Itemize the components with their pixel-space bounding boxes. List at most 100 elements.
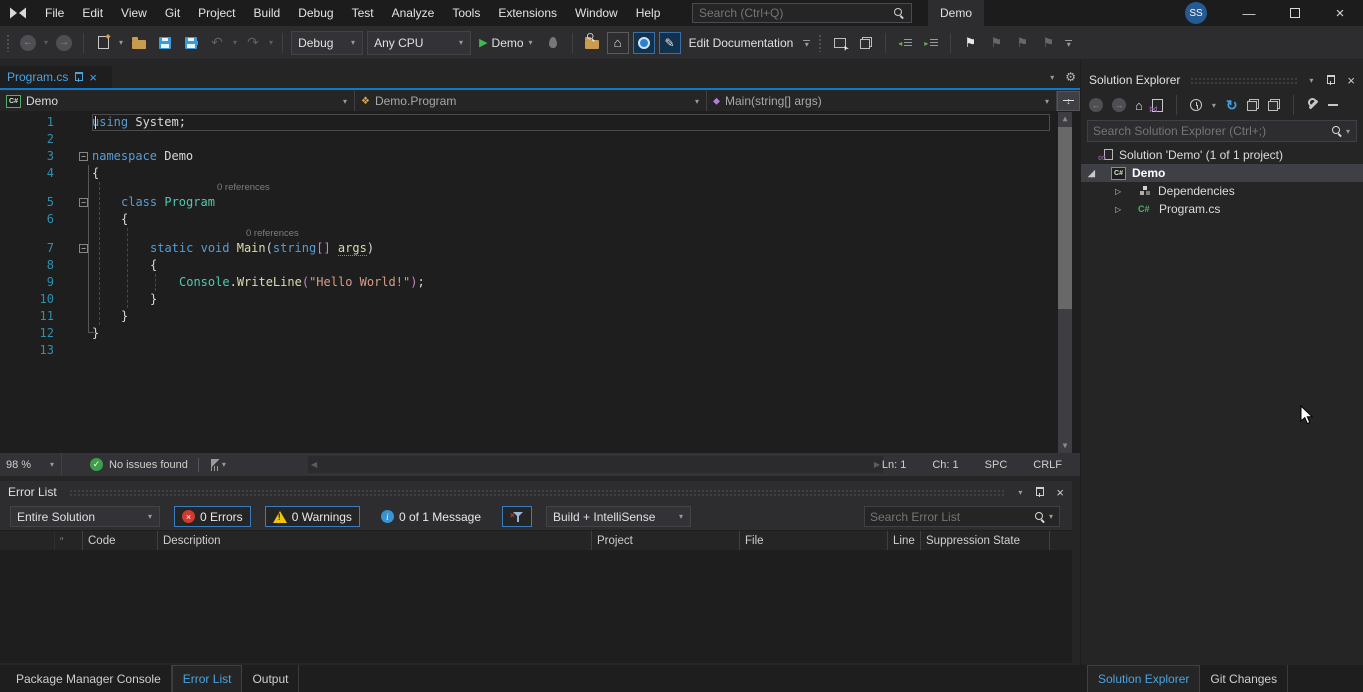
quick-search-input[interactable]	[693, 6, 893, 20]
solution-home-button[interactable]: ⌂	[607, 32, 629, 54]
code-line-8[interactable]: 8{	[0, 257, 1080, 274]
messages-filter-button[interactable]: i0 of 1 Message	[374, 506, 488, 527]
increase-indent-button[interactable]: ▸	[920, 31, 942, 55]
start-debugging-button[interactable]: ▶ Demo ▾	[475, 36, 538, 50]
close-panel-icon[interactable]: ×	[1347, 74, 1355, 87]
project-dropdown[interactable]: C# Demo ▾	[0, 91, 355, 111]
split-window-button[interactable]: ↕	[1057, 91, 1080, 111]
back-button[interactable]: ←	[1089, 98, 1103, 112]
solution-explorer-search-box[interactable]: ▾	[1087, 120, 1357, 142]
scrollbar-thumb[interactable]	[1058, 127, 1072, 309]
tree-item-demo[interactable]: ◢C#Demo	[1081, 164, 1363, 182]
code-line-2[interactable]: 2	[0, 131, 1080, 148]
menu-view[interactable]: View	[112, 0, 156, 26]
tree-item-program-cs[interactable]: ▷C#Program.cs	[1081, 200, 1363, 218]
code-line-9[interactable]: 9Console.WriteLine("Hello World!");	[0, 274, 1080, 291]
code-cleanup-broom-icon[interactable]	[209, 459, 221, 471]
close-panel-icon[interactable]: ×	[1056, 486, 1064, 499]
navigate-forward-button[interactable]: →	[53, 31, 75, 55]
column-header-blank-1[interactable]: ″	[55, 531, 83, 550]
save-all-button[interactable]	[180, 31, 202, 55]
codelens-row[interactable]: 0 references	[0, 228, 1080, 240]
auto-hide-pin-icon[interactable]	[1326, 74, 1335, 86]
zoom-dropdown[interactable]: 98 %▾	[0, 453, 62, 476]
warnings-filter-button[interactable]: 0 Warnings	[265, 506, 360, 527]
pending-changes-filter-button[interactable]	[1190, 99, 1202, 111]
sync-with-active-document-button[interactable]: ↻	[1226, 98, 1238, 112]
code-line-13[interactable]: 13	[0, 342, 1080, 359]
column-header-code[interactable]: Code	[83, 531, 158, 550]
start-debugging-dropdown[interactable]: ▾	[528, 38, 534, 47]
tool-tab-error-list[interactable]: Error List	[172, 665, 243, 692]
tool-tab-solution-explorer[interactable]: Solution Explorer	[1087, 665, 1200, 692]
menu-git[interactable]: Git	[156, 0, 189, 26]
menu-test[interactable]: Test	[343, 0, 383, 26]
menu-extensions[interactable]: Extensions	[489, 0, 566, 26]
select-element-button[interactable]	[829, 31, 851, 55]
solution-platform-dropdown[interactable]: Any CPU▾	[367, 31, 471, 55]
solution-explorer-title-bar[interactable]: Solution Explorer ▾ ×	[1081, 68, 1363, 92]
code-line-3[interactable]: 3−namespace Demo	[0, 148, 1080, 165]
tree-expander[interactable]: ▷	[1108, 205, 1138, 214]
error-list-search-box[interactable]: ▾	[864, 506, 1060, 527]
errors-filter-button[interactable]: ×0 Errors	[174, 506, 251, 527]
code-line-6[interactable]: 6{	[0, 211, 1080, 228]
editor-options-gear-icon[interactable]: ⚙	[1065, 70, 1076, 84]
clear-bookmarks-button[interactable]: ⚑	[1037, 31, 1059, 55]
window-position-dropdown[interactable]: ▾	[1308, 76, 1314, 85]
fold-toggle-icon[interactable]: −	[79, 152, 88, 161]
document-outline-button[interactable]	[855, 31, 877, 55]
menu-tools[interactable]: Tools	[443, 0, 489, 26]
toggle-bookmark-button[interactable]: ⚑	[959, 31, 981, 55]
code-line-10[interactable]: 10}	[0, 291, 1080, 308]
solution-configuration-dropdown[interactable]: Debug▾	[291, 31, 363, 55]
scope-dropdown[interactable]: Entire Solution▾	[10, 506, 160, 527]
menu-help[interactable]: Help	[627, 0, 670, 26]
open-file-button[interactable]	[128, 31, 150, 55]
home-button[interactable]: ⌂	[1135, 98, 1143, 113]
code-line-4[interactable]: 4{	[0, 165, 1080, 182]
navigate-back-dropdown[interactable]: ▾	[43, 38, 49, 47]
redo-dropdown[interactable]: ▾	[268, 38, 274, 47]
toolbar-overflow-button[interactable]: ▾	[1065, 40, 1072, 46]
menu-file[interactable]: File	[36, 0, 73, 26]
preview-selected-items-button[interactable]	[1268, 99, 1280, 111]
error-list-search-input[interactable]	[870, 510, 1032, 524]
window-position-dropdown[interactable]: ▾	[1017, 488, 1023, 497]
code-editor[interactable]: 1using System;23−namespace Demo4{0 refer…	[0, 112, 1080, 453]
menu-edit[interactable]: Edit	[73, 0, 112, 26]
new-file-button[interactable]	[92, 31, 114, 55]
scroll-down-icon[interactable]: ▼	[1058, 439, 1072, 453]
column-header-file[interactable]: File	[740, 531, 888, 550]
navigate-back-button[interactable]: ←	[17, 31, 39, 55]
code-line-1[interactable]: 1using System;	[0, 114, 1080, 131]
forward-button[interactable]: →	[1112, 98, 1126, 112]
search-options-dropdown[interactable]: ▾	[1048, 512, 1054, 521]
issues-status[interactable]: No issues found	[109, 459, 188, 471]
menu-build[interactable]: Build	[245, 0, 290, 26]
tree-expander[interactable]: ◢	[1081, 168, 1111, 179]
fold-toggle-icon[interactable]: −	[79, 198, 88, 207]
toolbar-grip[interactable]	[818, 34, 823, 52]
column-header-blank-0[interactable]	[0, 531, 55, 550]
restore-button[interactable]	[1272, 0, 1318, 26]
error-list-body[interactable]	[0, 550, 1072, 663]
quick-search-box[interactable]	[692, 3, 912, 23]
solution-explorer-search-input[interactable]	[1093, 124, 1329, 138]
tree-item-solution-demo-1-of-1-project[interactable]: ∞Solution 'Demo' (1 of 1 project)	[1081, 146, 1363, 164]
find-in-files-button[interactable]	[581, 31, 603, 55]
codelens-row[interactable]: 0 references	[0, 182, 1080, 194]
menu-analyze[interactable]: Analyze	[383, 0, 444, 26]
previous-bookmark-button[interactable]: ⚑	[985, 31, 1007, 55]
properties-wrench-icon[interactable]	[1307, 99, 1319, 111]
doc-preview-toggle[interactable]	[633, 32, 655, 54]
minimize-button[interactable]: —	[1226, 0, 1272, 26]
scroll-left-icon[interactable]: ◀	[311, 460, 317, 469]
column-header-line[interactable]: Line	[888, 531, 921, 550]
tree-item-dependencies[interactable]: ▷Dependencies	[1081, 182, 1363, 200]
line-ending-indicator[interactable]: CRLF	[1033, 459, 1062, 471]
collapse-all-button[interactable]	[1247, 99, 1259, 111]
tool-tab-output[interactable]: Output	[242, 665, 299, 692]
clear-filters-button[interactable]: ×	[502, 506, 532, 527]
toolbar-overflow-button[interactable]: ▾	[803, 40, 810, 46]
